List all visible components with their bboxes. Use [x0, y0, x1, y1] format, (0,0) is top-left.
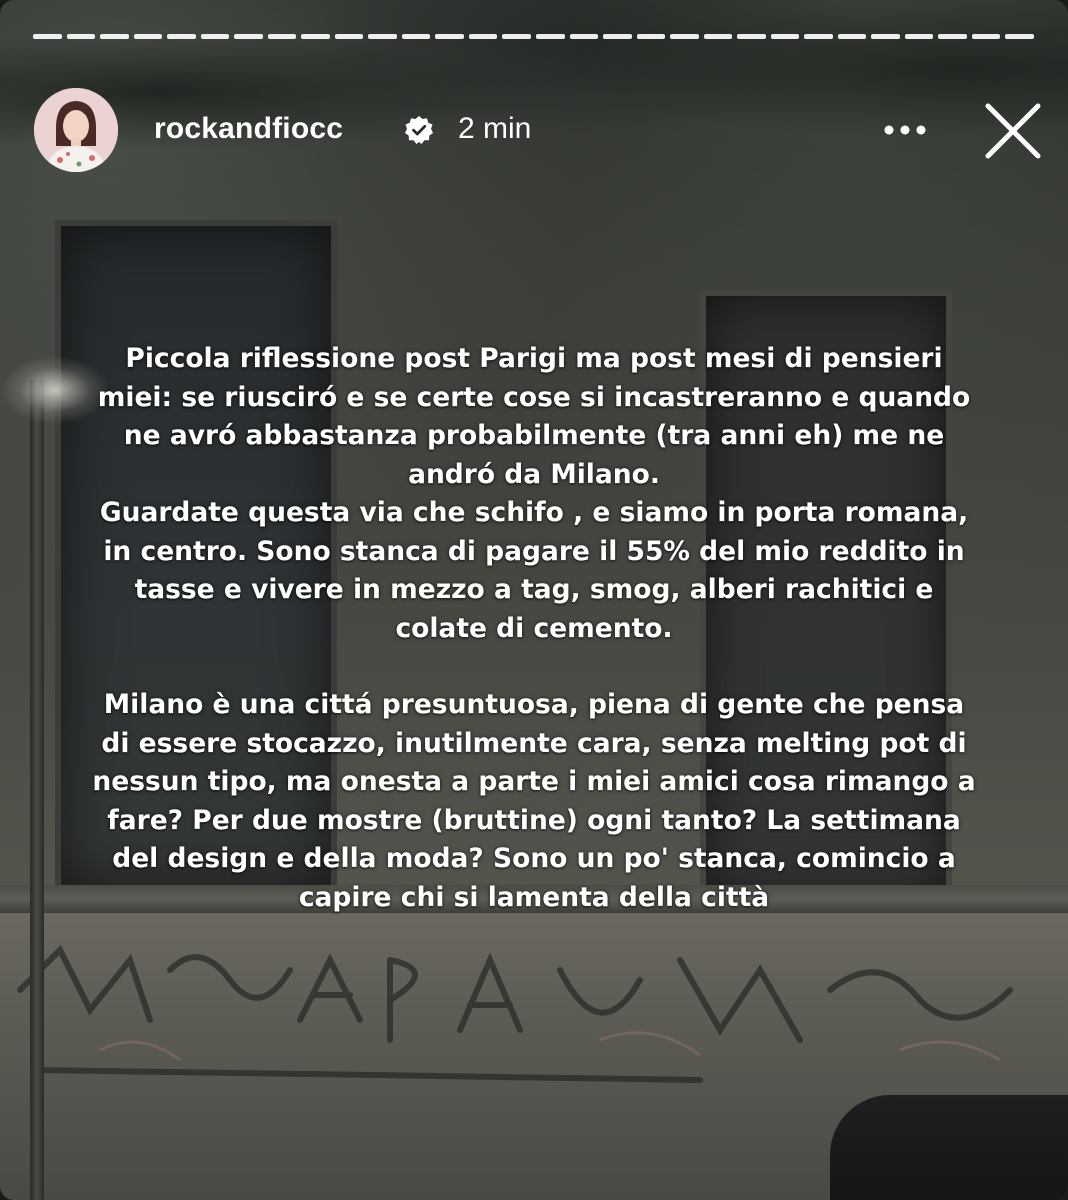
progress-segment	[167, 34, 196, 39]
progress-segment	[737, 34, 766, 39]
story-caption: Piccola riflessione post Parigi ma post …	[40, 340, 1028, 917]
story-header: rockandfiocc 2 min	[34, 88, 1044, 172]
caption-paragraph-2: Milano è una cittá presuntuosa, piena di…	[40, 686, 1028, 917]
caption-line: Guardate questa via che schifo , e siamo…	[99, 497, 969, 528]
progress-segment	[904, 34, 934, 39]
progress-segment	[200, 34, 230, 39]
caption-line: capire chi si lamenta della città	[298, 881, 770, 913]
background-wall	[0, 913, 1068, 1200]
progress-segment	[770, 34, 800, 39]
progress-segment	[334, 34, 364, 39]
caption-line: ne avró abbastanza probabilmente (tra an…	[123, 420, 945, 451]
progress-segment	[66, 34, 96, 39]
caption-line: miei: se riusciró e se certe cose si inc…	[97, 381, 971, 413]
progress-segment	[435, 34, 464, 39]
more-options-button[interactable]	[880, 108, 930, 152]
caption-paragraph-1: Piccola riflessione post Parigi ma post …	[40, 340, 1028, 648]
caption-line: tasse e vivere in mezzo a tag, smog, alb…	[134, 574, 934, 605]
caption-line: di essere stocazzo, inutilmente cara, se…	[101, 727, 967, 759]
progress-segment	[468, 34, 498, 39]
progress-segment	[1005, 34, 1034, 39]
story-username[interactable]: rockandfiocc	[154, 112, 343, 146]
avatar-image	[34, 88, 118, 172]
background-car	[830, 1095, 1068, 1200]
progress-segment	[603, 34, 632, 39]
story-viewer[interactable]: rockandfiocc 2 min Piccola riflessione p…	[0, 0, 1068, 1200]
progress-segment	[401, 34, 431, 39]
caption-paragraph-gap	[40, 648, 1028, 686]
caption-line: fare? Per due mostre (bruttine) ogni tan…	[107, 804, 961, 836]
avatar[interactable]	[34, 88, 118, 172]
progress-segment	[535, 34, 565, 39]
close-icon	[985, 103, 1041, 159]
caption-line: Piccola riflessione post Parigi ma post …	[125, 343, 943, 374]
verified-badge-icon	[405, 116, 433, 144]
caption-line: Milano è una cittá presuntuosa, piena di…	[103, 689, 965, 720]
progress-segment	[703, 34, 733, 39]
progress-segment	[234, 34, 263, 39]
more-horizontal-icon	[884, 125, 926, 135]
progress-segment	[837, 34, 867, 39]
caption-line: in centro. Sono stanca di pagare il 55% …	[103, 535, 965, 567]
progress-segment	[938, 34, 967, 39]
progress-segment	[569, 34, 599, 39]
caption-line: colate di cemento.	[395, 612, 673, 644]
caption-line: andró da Milano.	[408, 458, 660, 490]
background-graffiti	[17, 944, 1013, 1083]
progress-segment	[670, 34, 699, 39]
progress-segment	[804, 34, 833, 39]
progress-segment	[100, 34, 129, 39]
progress-segment	[301, 34, 330, 39]
close-button[interactable]	[982, 100, 1044, 162]
progress-segment	[971, 34, 1001, 39]
progress-segment	[871, 34, 900, 39]
caption-line: nessun tipo, ma onesta a parte i miei am…	[92, 766, 976, 797]
caption-line: del design e della moda? Sono un po' sta…	[112, 843, 956, 874]
progress-segment	[133, 34, 163, 39]
progress-segment	[502, 34, 531, 39]
progress-segment	[267, 34, 297, 39]
story-timestamp: 2 min	[458, 112, 532, 145]
progress-segment	[368, 34, 397, 39]
progress-segment	[33, 34, 62, 39]
story-progress-bar	[33, 34, 1034, 39]
progress-segment	[636, 34, 666, 39]
